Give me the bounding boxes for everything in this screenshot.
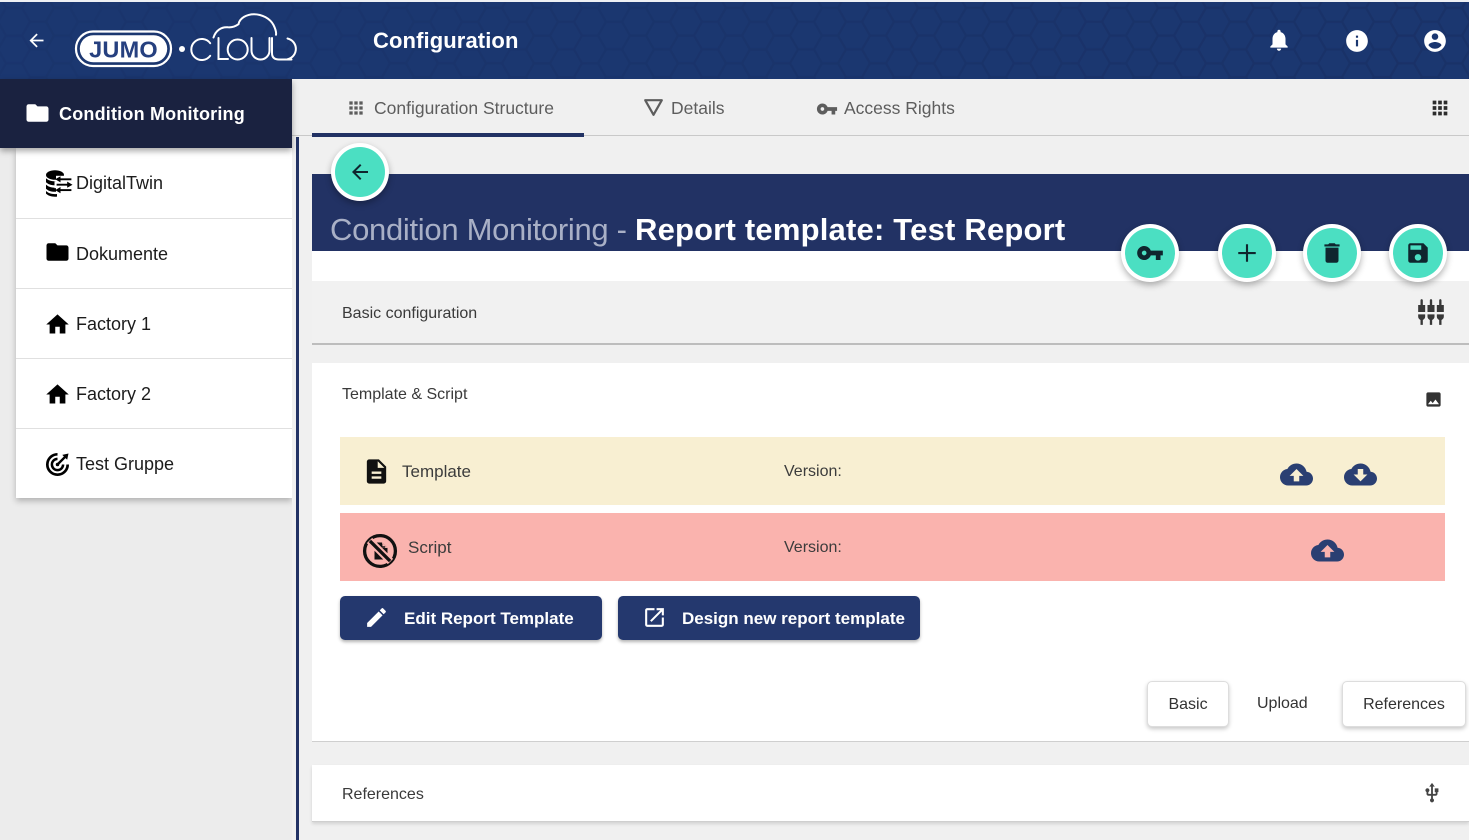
svg-text:JUMO: JUMO	[89, 37, 158, 63]
